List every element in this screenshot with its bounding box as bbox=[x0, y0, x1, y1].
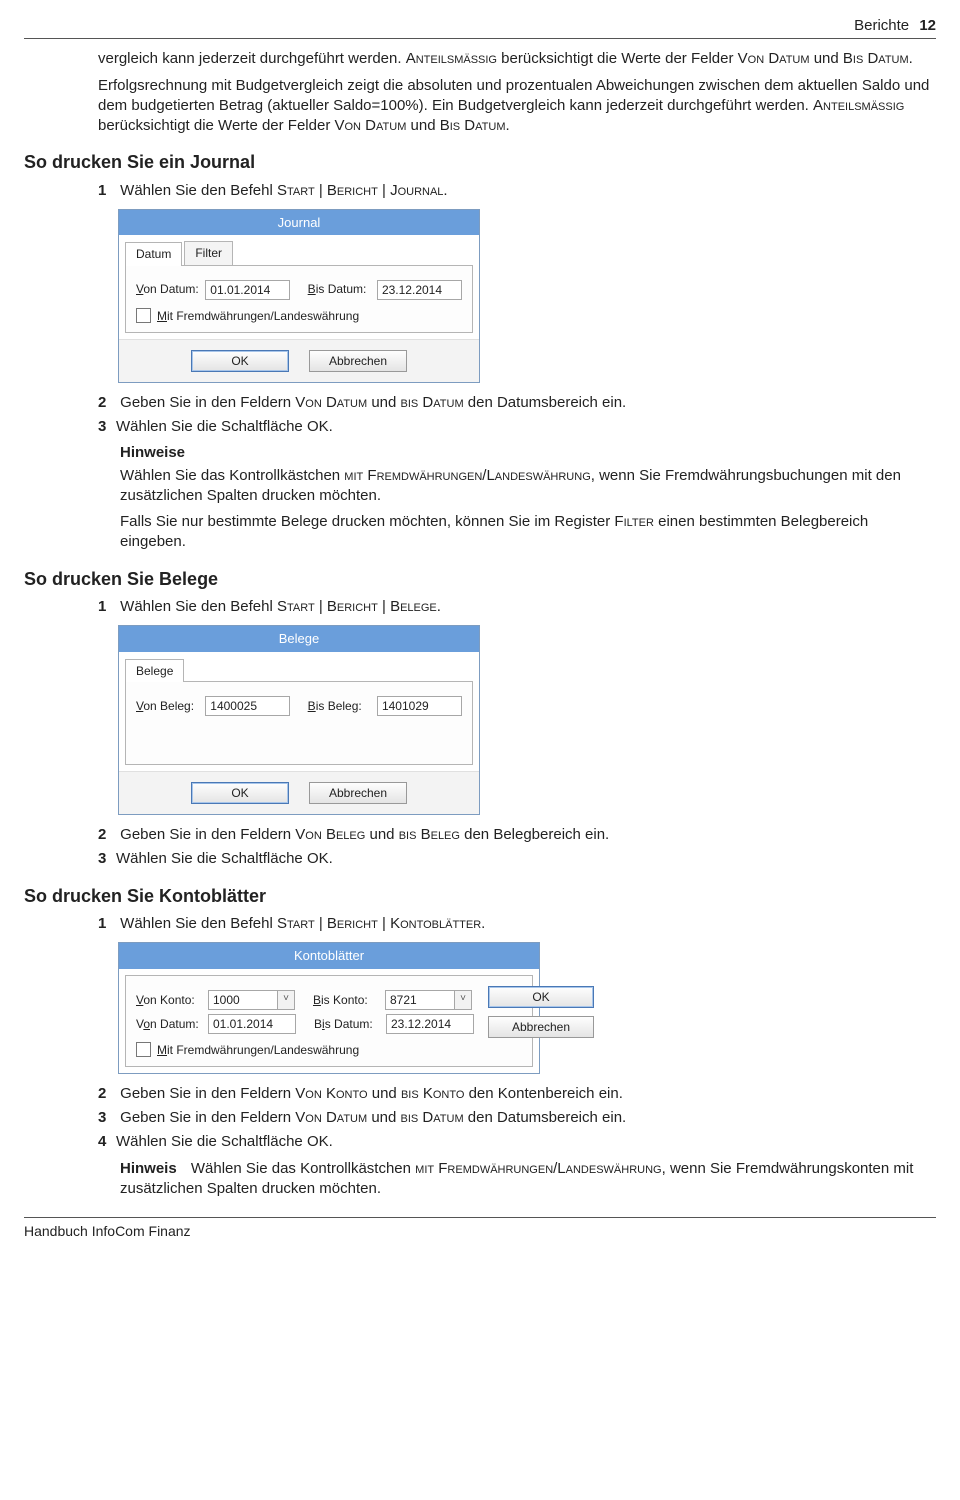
bis-datum-input[interactable]: 23.12.2014 bbox=[377, 280, 462, 300]
dialog-title: Belege bbox=[119, 626, 479, 652]
intro-para-1: vergleich kann jederzeit durchgeführt we… bbox=[98, 49, 936, 69]
dropdown-icon[interactable]: ˅ bbox=[455, 990, 472, 1010]
von-datum-input[interactable]: 01.01.2014 bbox=[208, 1014, 296, 1034]
dropdown-icon[interactable]: ˅ bbox=[278, 990, 295, 1010]
heading-journal: So drucken Sie ein Journal bbox=[24, 150, 936, 174]
ok-button[interactable]: OK bbox=[191, 782, 289, 804]
von-beleg-label: Von Beleg: bbox=[136, 698, 205, 714]
journal-step-3: 3Wählen Sie die Schaltfläche OK. bbox=[98, 417, 936, 437]
von-beleg-input[interactable]: 1400025 bbox=[205, 696, 290, 716]
tab-filter[interactable]: Filter bbox=[184, 241, 233, 264]
von-konto-input[interactable]: 1000 ˅ bbox=[208, 990, 295, 1010]
ok-button[interactable]: OK bbox=[191, 350, 289, 372]
von-datum-label: Von Datum: bbox=[136, 281, 205, 297]
bis-datum-label: Bis Datum: bbox=[308, 281, 377, 297]
tab-datum[interactable]: Datum bbox=[125, 242, 182, 265]
konto-hint: Hinweis Wählen Sie das Kontrollkästchen … bbox=[120, 1159, 936, 1200]
heading-belege: So drucken Sie Belege bbox=[24, 567, 936, 591]
von-datum-input[interactable]: 01.01.2014 bbox=[205, 280, 290, 300]
von-datum-label: Von Datum: bbox=[136, 1016, 208, 1032]
bis-datum-input[interactable]: 23.12.2014 bbox=[386, 1014, 474, 1034]
ok-button[interactable]: OK bbox=[488, 986, 594, 1008]
journal-hint-2: Falls Sie nur bestimmte Belege drucken m… bbox=[120, 512, 936, 553]
bis-konto-label: Bis Konto: bbox=[313, 992, 385, 1008]
journal-step-2: 2 Geben Sie in den Feldern Von Datum und… bbox=[98, 393, 936, 413]
cancel-button[interactable]: Abbrechen bbox=[488, 1016, 594, 1038]
journal-hints-title: Hinweise bbox=[120, 443, 936, 463]
page-number: 12 bbox=[919, 17, 936, 34]
fremdwaehrung-label: Mit Fremdwährungen/Landeswährung bbox=[157, 1042, 359, 1058]
belege-step-1: 1 Wählen Sie den Befehl Start | Bericht … bbox=[98, 597, 936, 617]
konto-dialog: Kontoblätter Von Konto: 1000 ˅ Bis Konto… bbox=[118, 942, 540, 1074]
journal-step-1: 1 Wählen Sie den Befehl Start | Bericht … bbox=[98, 181, 936, 201]
page-header: Berichte 12 bbox=[24, 16, 936, 39]
bis-konto-input[interactable]: 8721 ˅ bbox=[385, 990, 472, 1010]
fremdwaehrung-checkbox[interactable] bbox=[136, 308, 151, 323]
heading-konto: So drucken Sie Kontoblätter bbox=[24, 884, 936, 908]
belege-dialog: Belege Belege Von Beleg: 1400025 Bis Bel… bbox=[118, 625, 480, 815]
journal-dialog: Journal Datum Filter Von Datum: 01.01.20… bbox=[118, 209, 480, 383]
konto-step-4: 4Wählen Sie die Schaltfläche OK. bbox=[98, 1132, 936, 1152]
bis-beleg-input[interactable]: 1401029 bbox=[377, 696, 462, 716]
von-konto-label: Von Konto: bbox=[136, 992, 208, 1008]
intro-para-2: Erfolgsrechnung mit Budgetvergleich zeig… bbox=[98, 76, 936, 137]
konto-step-1: 1 Wählen Sie den Befehl Start | Bericht … bbox=[98, 914, 936, 934]
dialog-title: Journal bbox=[119, 210, 479, 236]
konto-step-3: 3 Geben Sie in den Feldern Von Datum und… bbox=[98, 1108, 936, 1128]
tab-belege[interactable]: Belege bbox=[125, 659, 184, 682]
section-title: Berichte bbox=[854, 17, 909, 34]
cancel-button[interactable]: Abbrechen bbox=[309, 782, 407, 804]
konto-step-2: 2 Geben Sie in den Feldern Von Konto und… bbox=[98, 1084, 936, 1104]
belege-step-3: 3Wählen Sie die Schaltfläche OK. bbox=[98, 849, 936, 869]
bis-beleg-label: Bis Beleg: bbox=[308, 698, 377, 714]
journal-hint-1: Wählen Sie das Kontrollkästchen mit Frem… bbox=[120, 466, 936, 507]
fremdwaehrung-label: Mit Fremdwährungen/Landeswährung bbox=[157, 308, 359, 324]
page-footer: Handbuch InfoCom Finanz bbox=[24, 1217, 936, 1241]
fremdwaehrung-checkbox[interactable] bbox=[136, 1042, 151, 1057]
cancel-button[interactable]: Abbrechen bbox=[309, 350, 407, 372]
dialog-title: Kontoblätter bbox=[119, 943, 539, 969]
belege-step-2: 2 Geben Sie in den Feldern Von Beleg und… bbox=[98, 825, 936, 845]
bis-datum-label: Bis Datum: bbox=[314, 1016, 386, 1032]
